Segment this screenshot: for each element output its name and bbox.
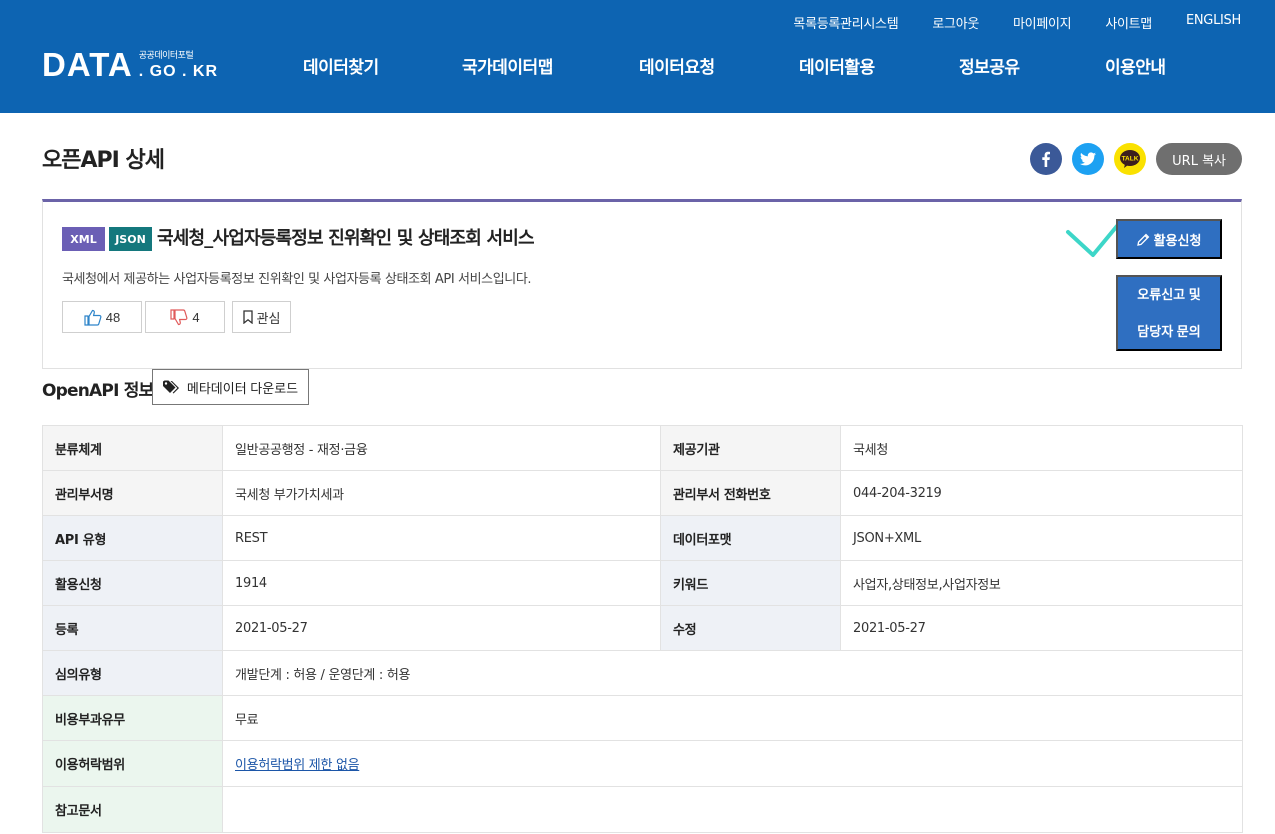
row-header: 데이터포맷 [660, 515, 841, 561]
utility-nav: 목록등록관리시스템 로그아웃 마이페이지 사이트맵 ENGLISH [759, 13, 1241, 32]
row-header: 관리부서 전화번호 [660, 470, 841, 516]
table-row: 참고문서 [42, 786, 1243, 833]
row-value: JSON+XML [840, 515, 1243, 561]
like-count: 48 [105, 309, 121, 325]
row-value: 044-204-3219 [840, 470, 1243, 516]
row-header: 참고문서 [42, 786, 223, 833]
table-row: 분류체계 일반공공행정 - 재정·금융 제공기관 국세청 [42, 425, 1243, 471]
util-link-english[interactable]: ENGLISH [1186, 13, 1241, 32]
license-scope-link[interactable]: 이용허락범위 제한 없음 [235, 758, 360, 773]
row-header: 비용부과유무 [42, 695, 223, 741]
util-link-sitemap[interactable]: 사이트맵 [1105, 13, 1152, 32]
report-label-line2: 담당자 문의 [1137, 324, 1201, 339]
api-description: 국세청에서 제공하는 사업자등록정보 진위확인 및 사업자등록 상태조회 API… [62, 272, 532, 287]
metadata-download-label: 메타데이터 다운로드 [186, 380, 299, 396]
favorite-label: 관심 [256, 310, 281, 326]
favorite-button[interactable]: 관심 [232, 301, 291, 333]
nav-item-national-data-map[interactable]: 국가데이터맵 [462, 53, 553, 78]
row-header: API 유형 [42, 515, 223, 561]
format-tag-json: JSON [109, 227, 152, 251]
table-row: 이용허락범위 이용허락범위 제한 없음 [42, 740, 1243, 787]
util-link-catalog-system[interactable]: 목록등록관리시스템 [793, 13, 898, 32]
format-tag-xml: XML [62, 227, 105, 251]
row-header: 분류체계 [42, 425, 223, 471]
row-header: 수정 [660, 605, 841, 651]
row-header: 등록 [42, 605, 223, 651]
dislike-button[interactable]: 4 [145, 301, 225, 333]
row-value: 2021-05-27 [840, 605, 1243, 651]
table-row: 심의유형 개발단계 : 허용 / 운영단계 : 허용 [42, 650, 1243, 696]
row-value [222, 786, 1243, 833]
nav-item-guide[interactable]: 이용안내 [1105, 53, 1166, 78]
twitter-icon [1080, 152, 1097, 166]
table-row: 비용부과유무 무료 [42, 695, 1243, 741]
pencil-icon [1136, 233, 1149, 246]
row-value: 무료 [222, 695, 1243, 741]
kakaotalk-icon: TALK [1120, 150, 1141, 168]
dislike-count: 4 [192, 309, 200, 325]
thumbs-up-icon [84, 309, 102, 326]
api-detail-box: XML JSON 국세청_사업자등록정보 진위확인 및 상태조회 서비스 국세청… [42, 199, 1242, 369]
openapi-info-title: OpenAPI 정보 [42, 381, 154, 401]
row-value: 사업자,상태정보,사업자정보 [840, 560, 1243, 606]
row-value: 국세청 [840, 425, 1243, 471]
bookmark-icon [242, 310, 253, 324]
row-value: 이용허락범위 제한 없음 [222, 740, 1243, 787]
util-link-logout[interactable]: 로그아웃 [932, 13, 979, 32]
row-header: 관리부서명 [42, 470, 223, 516]
row-header: 키워드 [660, 560, 841, 606]
table-row: API 유형 REST 데이터포맷 JSON+XML [42, 515, 1243, 561]
table-row: 관리부서명 국세청 부가가치세과 관리부서 전화번호 044-204-3219 [42, 470, 1243, 516]
page-title: 오픈API 상세 [42, 148, 165, 173]
openapi-info-table: 분류체계 일반공공행정 - 재정·금융 제공기관 국세청 관리부서명 국세청 부… [42, 425, 1243, 833]
facebook-share-button[interactable] [1030, 143, 1063, 175]
row-value: 개발단계 : 허용 / 운영단계 : 허용 [222, 650, 1243, 696]
row-value: 1914 [222, 560, 661, 606]
nav-item-info-share[interactable]: 정보공유 [959, 53, 1020, 78]
share-bar: TALK URL 복사 [1020, 143, 1242, 175]
row-header: 이용허락범위 [42, 740, 223, 787]
kakao-talk-text: TALK [1122, 156, 1139, 163]
row-value: 국세청 부가가치세과 [222, 470, 661, 516]
twitter-share-button[interactable] [1072, 143, 1105, 175]
report-contact-button[interactable]: 오류신고 및 담당자 문의 [1116, 275, 1222, 351]
report-label-line1: 오류신고 및 [1137, 287, 1201, 302]
url-copy-button[interactable]: URL 복사 [1156, 143, 1242, 175]
facebook-icon [1042, 151, 1051, 167]
like-button[interactable]: 48 [62, 301, 142, 333]
apply-button-label: 활용신청 [1153, 232, 1202, 248]
main-nav: 데이터찾기 국가데이터맵 데이터요청 데이터활용 정보공유 이용안내 [0, 53, 1275, 78]
row-value: 일반공공행정 - 재정·금융 [222, 425, 661, 471]
site-header: 목록등록관리시스템 로그아웃 마이페이지 사이트맵 ENGLISH DATA 공… [0, 0, 1275, 113]
nav-item-data-use[interactable]: 데이터활용 [799, 53, 875, 78]
nav-item-find-data[interactable]: 데이터찾기 [303, 53, 379, 78]
api-title: 국세청_사업자등록정보 진위확인 및 상태조회 서비스 [157, 228, 535, 249]
checkmark-annotation-icon [1066, 224, 1119, 257]
table-row: 활용신청 1914 키워드 사업자,상태정보,사업자정보 [42, 560, 1243, 606]
row-header: 제공기관 [660, 425, 841, 471]
row-header: 심의유형 [42, 650, 223, 696]
apply-button[interactable]: 활용신청 [1116, 219, 1222, 259]
tags-icon [162, 380, 179, 394]
row-header: 활용신청 [42, 560, 223, 606]
row-value: 2021-05-27 [222, 605, 661, 651]
nav-item-data-request[interactable]: 데이터요청 [639, 53, 715, 78]
row-value: REST [222, 515, 661, 561]
table-row: 등록 2021-05-27 수정 2021-05-27 [42, 605, 1243, 651]
thumbs-down-icon [170, 308, 188, 325]
metadata-download-button[interactable]: 메타데이터 다운로드 [152, 369, 309, 405]
kakaotalk-share-button[interactable]: TALK [1114, 143, 1147, 175]
util-link-mypage[interactable]: 마이페이지 [1013, 13, 1072, 32]
